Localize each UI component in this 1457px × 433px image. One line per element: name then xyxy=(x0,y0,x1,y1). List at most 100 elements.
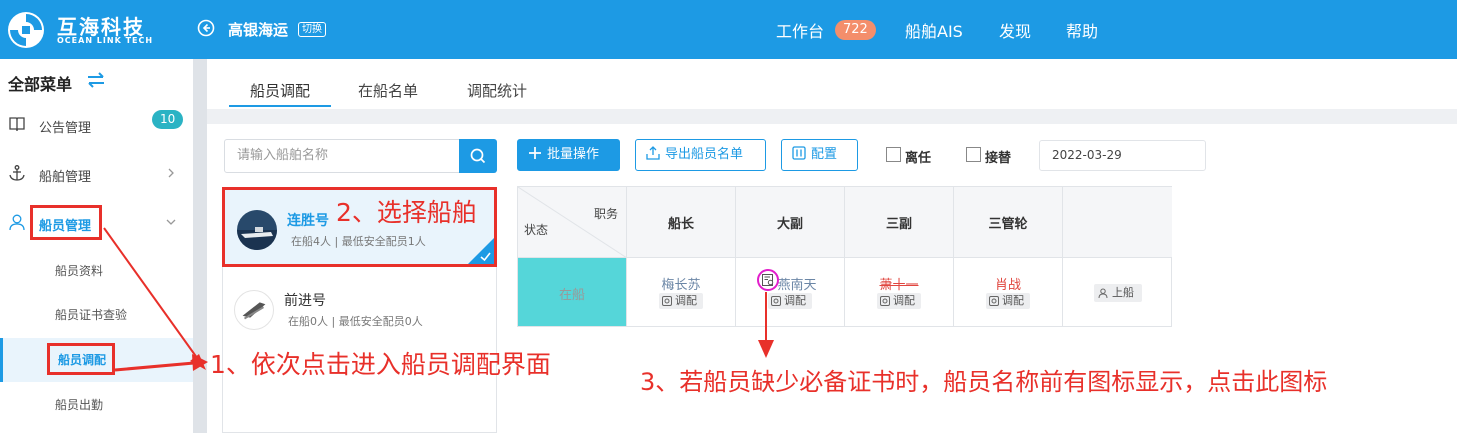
crew-cell[interactable]: 肖战 调配 xyxy=(954,258,1063,327)
menu-title: 全部菜单 xyxy=(8,75,73,94)
row-status-label: 在船 xyxy=(558,288,585,303)
column-header-label: 船长 xyxy=(667,217,694,232)
corner-role-label: 职务 xyxy=(593,207,618,221)
highlight-ring xyxy=(757,269,779,291)
sidebar-subitem-label: 船员证书查验 xyxy=(55,308,128,322)
crew-name[interactable]: 梅长苏 xyxy=(627,274,735,293)
batch-operation-label: 批量操作 xyxy=(547,147,600,162)
adjust-label: 调配 xyxy=(893,294,915,307)
adjust-icon xyxy=(771,296,781,306)
ship-avatar xyxy=(237,210,277,250)
column-header: 船长 xyxy=(627,187,736,258)
adjust-label: 调配 xyxy=(1002,294,1024,307)
ship-card[interactable]: 前进号 在船0人 | 最低安全配员0人 xyxy=(222,270,497,350)
adjust-button[interactable]: 调配 xyxy=(659,293,703,309)
adjust-icon xyxy=(662,296,672,306)
active-tab-indicator xyxy=(229,105,331,107)
adjust-icon xyxy=(880,296,890,306)
export-icon xyxy=(646,146,660,160)
corner-status-label: 状态 xyxy=(524,223,549,237)
board-label: 上船 xyxy=(1112,286,1134,299)
sidebar-scrollbar[interactable] xyxy=(193,59,207,433)
chevron-right-icon xyxy=(168,168,174,178)
workbench-badge: 722 xyxy=(835,20,876,40)
column-header: 大副 xyxy=(736,187,845,258)
column-header-label: 三副 xyxy=(885,217,912,232)
crew-cell[interactable]: 燕南天 调配 xyxy=(736,258,845,327)
sidebar-subitem-crew-profile[interactable]: 船员资料 xyxy=(0,249,193,293)
ship-search-input[interactable]: 请输入船舶名称 xyxy=(224,139,460,173)
column-header-empty xyxy=(1063,187,1172,258)
swap-arrows-icon[interactable] xyxy=(86,72,106,88)
export-label: 导出船员名单 xyxy=(665,147,744,162)
crew-name[interactable]: 燕南天 xyxy=(736,274,844,293)
nav-help[interactable]: 帮助 xyxy=(1066,18,1098,42)
sidebar-item-label: 公告管理 xyxy=(39,121,92,136)
ship-avatar xyxy=(234,290,274,330)
batch-operation-button[interactable]: 批量操作 xyxy=(517,139,620,171)
config-icon xyxy=(792,146,806,160)
user-icon xyxy=(9,214,25,231)
export-crew-list-button[interactable]: 导出船员名单 xyxy=(635,139,766,171)
tab-crew-allocation[interactable]: 船员调配 xyxy=(250,80,310,101)
tab-allocation-stats[interactable]: 调配统计 xyxy=(467,80,527,101)
sidebar-item-ship-management[interactable]: 船舶管理 xyxy=(0,152,193,196)
nav-workbench[interactable]: 工作台 xyxy=(776,18,824,42)
adjust-icon xyxy=(989,296,999,306)
nav-ship-ais[interactable]: 船舶AIS xyxy=(905,18,963,42)
annotation-step-3: 3、若船员缺少必备证书时，船员名称前有图标显示，点击此图标 xyxy=(640,368,1328,396)
sidebar-subitem-cert-check[interactable]: 船员证书查验 xyxy=(0,293,193,337)
ship-meta: 在船0人 | 最低安全配员0人 xyxy=(288,315,423,328)
grid-corner-header: 职务 状态 xyxy=(518,187,627,258)
sidebar-subitem-label: 船员资料 xyxy=(55,264,104,278)
board-button[interactable]: 上船 xyxy=(1094,284,1142,302)
user-icon xyxy=(1098,288,1108,298)
date-input[interactable]: 2022-03-29 xyxy=(1039,140,1206,171)
column-header-label: 三管轮 xyxy=(988,217,1028,232)
leave-checkbox-label: 离任 xyxy=(905,151,932,166)
ship-name: 前进号 xyxy=(284,293,326,309)
replace-checkbox[interactable] xyxy=(966,147,981,162)
adjust-button[interactable]: 调配 xyxy=(877,293,921,309)
column-header: 三副 xyxy=(845,187,954,258)
crew-allocation-grid: 职务 状态 船长 大副 三副 三管轮 在船 梅长苏 调配 燕南天 调配 萧十一 … xyxy=(517,186,1172,327)
config-label: 配置 xyxy=(811,147,838,162)
annotation-step-1: 1、依次点击进入船员调配界面 xyxy=(210,350,551,379)
sidebar-subitem-label: 船员出勤 xyxy=(55,398,104,412)
highlight-box-crew-allocation xyxy=(47,343,115,375)
switch-company-button[interactable]: 切换 xyxy=(298,22,326,37)
logo-icon xyxy=(8,12,44,48)
crew-cell-empty[interactable]: 上船 xyxy=(1063,258,1172,327)
config-button[interactable]: 配置 xyxy=(781,139,858,171)
brand-subtitle: OCEAN LINK TECH xyxy=(57,36,154,45)
crew-name[interactable]: 萧十一 xyxy=(845,274,953,293)
highlight-box-crew-management xyxy=(30,205,102,240)
sidebar-subitem-crew-attendance[interactable]: 船员出勤 xyxy=(0,383,193,427)
back-circle-icon[interactable] xyxy=(197,19,215,37)
book-icon xyxy=(9,117,25,132)
tab-bar: 船员调配 在船名单 调配统计 xyxy=(207,59,1457,109)
search-button[interactable] xyxy=(459,139,497,173)
replace-checkbox-label: 接替 xyxy=(985,151,1012,166)
column-header-label: 大副 xyxy=(776,217,803,232)
ship-name: 连胜号 xyxy=(287,213,329,229)
search-icon xyxy=(470,148,486,164)
nav-discover[interactable]: 发现 xyxy=(999,18,1031,42)
adjust-button[interactable]: 调配 xyxy=(768,293,812,309)
adjust-button[interactable]: 调配 xyxy=(986,293,1030,309)
ship-meta: 在船4人 | 最低安全配员1人 xyxy=(291,235,426,248)
leave-checkbox[interactable] xyxy=(886,147,901,162)
annotation-step-2: 2、选择船舶 xyxy=(336,198,477,227)
crew-name[interactable]: 肖战 xyxy=(954,274,1062,293)
anchor-icon xyxy=(9,165,25,181)
row-status-cell: 在船 xyxy=(518,258,627,327)
tab-onboard-list[interactable]: 在船名单 xyxy=(358,80,418,101)
crew-cell[interactable]: 梅长苏 调配 xyxy=(627,258,736,327)
top-bar: 互海科技 OCEAN LINK TECH 高银海运 切换 工作台 722 船舶A… xyxy=(0,0,1457,59)
crew-cell[interactable]: 萧十一 调配 xyxy=(845,258,954,327)
company-name: 高银海运 xyxy=(228,21,289,39)
plus-icon xyxy=(529,147,541,159)
column-header: 三管轮 xyxy=(954,187,1063,258)
notice-count-badge: 10 xyxy=(152,110,184,129)
chevron-down-icon xyxy=(166,219,176,225)
